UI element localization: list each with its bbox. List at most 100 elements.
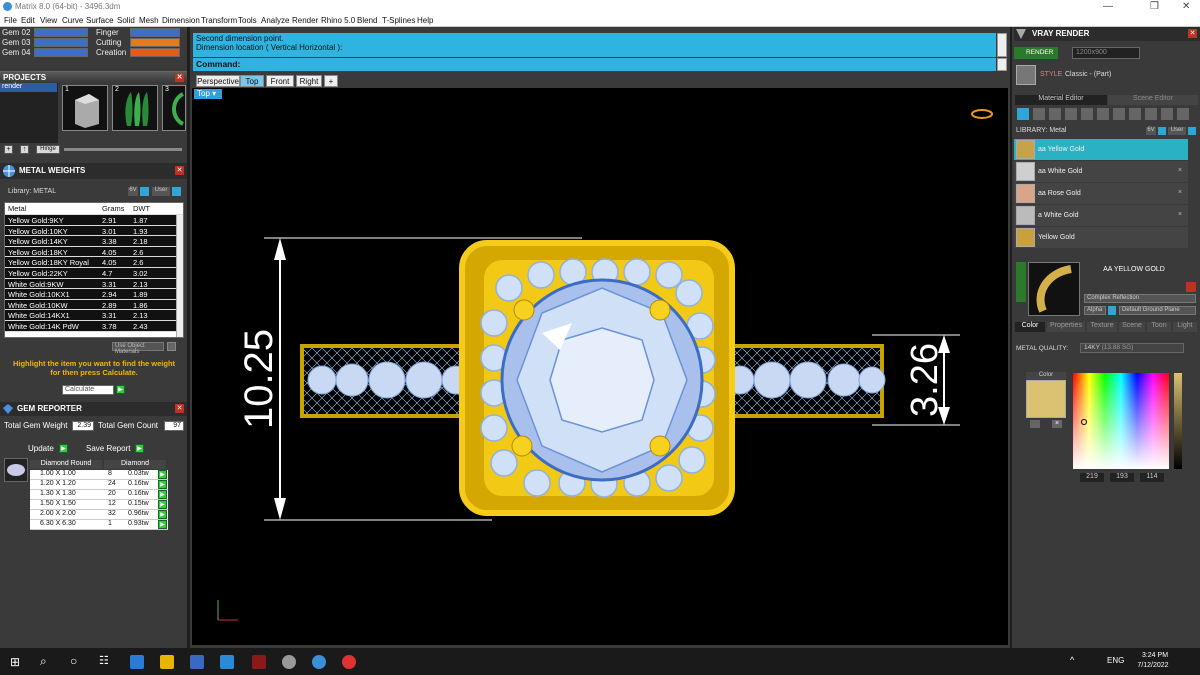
color-picker-cursor[interactable] bbox=[1081, 419, 1087, 425]
library-6v-radio[interactable] bbox=[1158, 127, 1166, 135]
table-row[interactable]: White Gold:9KW 3.31 2.13 bbox=[5, 278, 183, 290]
mail-icon[interactable] bbox=[220, 655, 234, 669]
material-item[interactable]: aa Rose Gold × bbox=[1014, 183, 1188, 204]
language-indicator[interactable]: ENG bbox=[1107, 656, 1124, 665]
tab-texture[interactable]: Texture bbox=[1087, 322, 1117, 332]
tab-perspective[interactable]: Perspective bbox=[196, 75, 240, 87]
tab-scene[interactable]: Scene bbox=[1119, 322, 1145, 332]
blue-field[interactable]: 114 bbox=[1140, 473, 1164, 482]
tab-light[interactable]: Light bbox=[1173, 322, 1197, 332]
maximize-icon[interactable]: ❐ bbox=[1150, 1, 1159, 12]
table-row[interactable]: Yellow Gold:14KY 3.38 2.18 bbox=[5, 236, 183, 247]
save-report-button[interactable]: ▶ bbox=[135, 444, 144, 453]
project-thumb[interactable]: 3 bbox=[162, 85, 186, 131]
tab-properties[interactable]: Properties bbox=[1047, 322, 1085, 332]
color-picker[interactable] bbox=[1073, 373, 1169, 469]
table-row[interactable]: Yellow Gold:18KY 4.05 2.6 bbox=[5, 246, 183, 258]
use-object-materials-option[interactable]: Use Object Materials bbox=[112, 342, 164, 355]
material-item[interactable]: a White Gold × bbox=[1014, 205, 1188, 226]
tab-top[interactable]: Top bbox=[240, 75, 264, 87]
calculate-field[interactable]: Calculate bbox=[62, 385, 114, 395]
layer-row[interactable]: Gem 03 Cutting bbox=[0, 38, 187, 48]
command-scrollbar[interactable] bbox=[997, 58, 1007, 71]
menu-surface[interactable]: Surface bbox=[86, 16, 114, 25]
select-gem-button[interactable]: ▶ bbox=[158, 520, 167, 529]
select-gem-button[interactable]: ▶ bbox=[158, 500, 167, 509]
layer-color[interactable] bbox=[130, 48, 180, 57]
style-thumb[interactable] bbox=[1016, 65, 1036, 85]
material-item-selected[interactable]: aa Yellow Gold bbox=[1014, 139, 1188, 160]
close-icon[interactable]: ✕ bbox=[175, 404, 184, 413]
up-icon[interactable]: ↑ bbox=[20, 145, 29, 154]
layer-controls[interactable] bbox=[34, 48, 88, 57]
use-object-materials-checkbox[interactable] bbox=[167, 342, 176, 351]
tab-right[interactable]: Right bbox=[296, 75, 322, 87]
viewport-top[interactable]: 10.25 3.26 bbox=[192, 88, 1008, 645]
close-icon[interactable]: ✕ bbox=[1188, 29, 1197, 38]
table-row[interactable]: Yellow Gold:22KY 4.7 3.02 bbox=[5, 267, 183, 279]
remove-icon[interactable]: × bbox=[1178, 167, 1182, 174]
menu-edit[interactable]: Edit bbox=[21, 16, 35, 25]
layer-controls[interactable] bbox=[34, 28, 88, 37]
table-row[interactable]: 2.00 X 2.00 32 0.96tw ▶ bbox=[30, 510, 168, 520]
menu-view[interactable]: View bbox=[40, 16, 57, 25]
library-user-radio[interactable] bbox=[1188, 127, 1196, 135]
menu-tools[interactable]: Tools bbox=[238, 16, 257, 25]
task-view-icon[interactable]: ○ bbox=[70, 654, 77, 668]
ground-plane-dropdown[interactable]: Default Ground Plane bbox=[1119, 306, 1196, 315]
library-6v-option[interactable]: 6V bbox=[128, 187, 138, 196]
close-icon[interactable]: ✕ bbox=[1182, 1, 1190, 12]
windows-start-icon[interactable]: ⊞ bbox=[10, 655, 20, 669]
table-row[interactable]: White Gold:14K PdW 3.78 2.43 bbox=[5, 320, 183, 332]
table-row[interactable]: Yellow Gold:18KY Royal 4.05 2.6 bbox=[5, 257, 183, 268]
layer-row[interactable]: Gem 02 Finger bbox=[0, 28, 187, 38]
close-preview-icon[interactable] bbox=[1186, 282, 1196, 292]
app-red-icon[interactable] bbox=[252, 655, 266, 669]
color-swatch[interactable] bbox=[1026, 380, 1066, 418]
clock-date[interactable]: 7/12/2022 bbox=[1130, 662, 1176, 669]
material-tool-icon[interactable] bbox=[1033, 108, 1045, 120]
tab-scene-editor[interactable]: Scene Editor bbox=[1108, 95, 1198, 105]
material-tool-icon[interactable] bbox=[1177, 108, 1189, 120]
menu-tsplines[interactable]: T-Splines bbox=[382, 16, 415, 25]
menu-rhino[interactable]: Rhino 5.0 bbox=[321, 16, 355, 25]
resolution-field[interactable]: 1200x900 bbox=[1072, 47, 1140, 59]
store-icon[interactable] bbox=[190, 655, 204, 669]
library-user-option[interactable]: User bbox=[152, 187, 170, 196]
menu-render[interactable]: Render bbox=[292, 16, 318, 25]
menu-curve[interactable]: Curve bbox=[62, 16, 83, 25]
clear-color-icon[interactable]: × bbox=[1052, 420, 1062, 428]
alpha-checkbox[interactable] bbox=[1108, 306, 1116, 315]
table-row[interactable]: 1.30 X 1.30 20 0.16tw ▶ bbox=[30, 490, 168, 500]
table-row[interactable]: 1.50 X 1.50 12 0.15tw ▶ bbox=[30, 500, 168, 510]
table-row[interactable]: Yellow Gold:9KY 2.91 1.87 bbox=[5, 215, 183, 226]
library-user-radio[interactable] bbox=[172, 187, 181, 196]
material-tool-icon[interactable] bbox=[1145, 108, 1157, 120]
project-thumb[interactable]: 2 bbox=[112, 85, 158, 131]
layer-controls[interactable] bbox=[34, 38, 88, 47]
menu-mesh[interactable]: Mesh bbox=[139, 16, 159, 25]
widgets-icon[interactable]: ☷ bbox=[99, 654, 109, 667]
table-row[interactable]: 1.00 X 1.00 8 0.03tw ▶ bbox=[30, 470, 168, 480]
remove-icon[interactable]: × bbox=[1178, 189, 1182, 196]
layer-color[interactable] bbox=[130, 28, 180, 37]
eyedropper-icon[interactable] bbox=[1030, 420, 1040, 428]
project-list[interactable]: render bbox=[0, 83, 58, 143]
thumb-size-slider[interactable] bbox=[64, 148, 182, 151]
menu-help[interactable]: Help bbox=[417, 16, 433, 25]
material-tool-icon[interactable] bbox=[1097, 108, 1109, 120]
menu-blend[interactable]: Blend bbox=[357, 16, 377, 25]
select-gem-button[interactable]: ▶ bbox=[158, 470, 167, 479]
tray-chevron-icon[interactable]: ^ bbox=[1070, 655, 1074, 665]
brightness-slider[interactable] bbox=[1174, 373, 1182, 469]
edge-icon[interactable] bbox=[130, 655, 144, 669]
hinge-button[interactable]: Hinge bbox=[36, 145, 60, 154]
material-item[interactable]: aa White Gold × bbox=[1014, 161, 1188, 182]
tab-toon[interactable]: Toon bbox=[1147, 322, 1171, 332]
reflection-dropdown[interactable]: Complex Reflection bbox=[1084, 294, 1196, 303]
select-gem-button[interactable]: ▶ bbox=[158, 490, 167, 499]
add-tab-icon[interactable]: + bbox=[324, 75, 338, 87]
green-field[interactable]: 193 bbox=[1110, 473, 1134, 482]
table-row[interactable]: Yellow Gold:10KY 3.01 1.93 bbox=[5, 225, 183, 237]
render-button[interactable]: RENDER bbox=[1014, 47, 1058, 59]
